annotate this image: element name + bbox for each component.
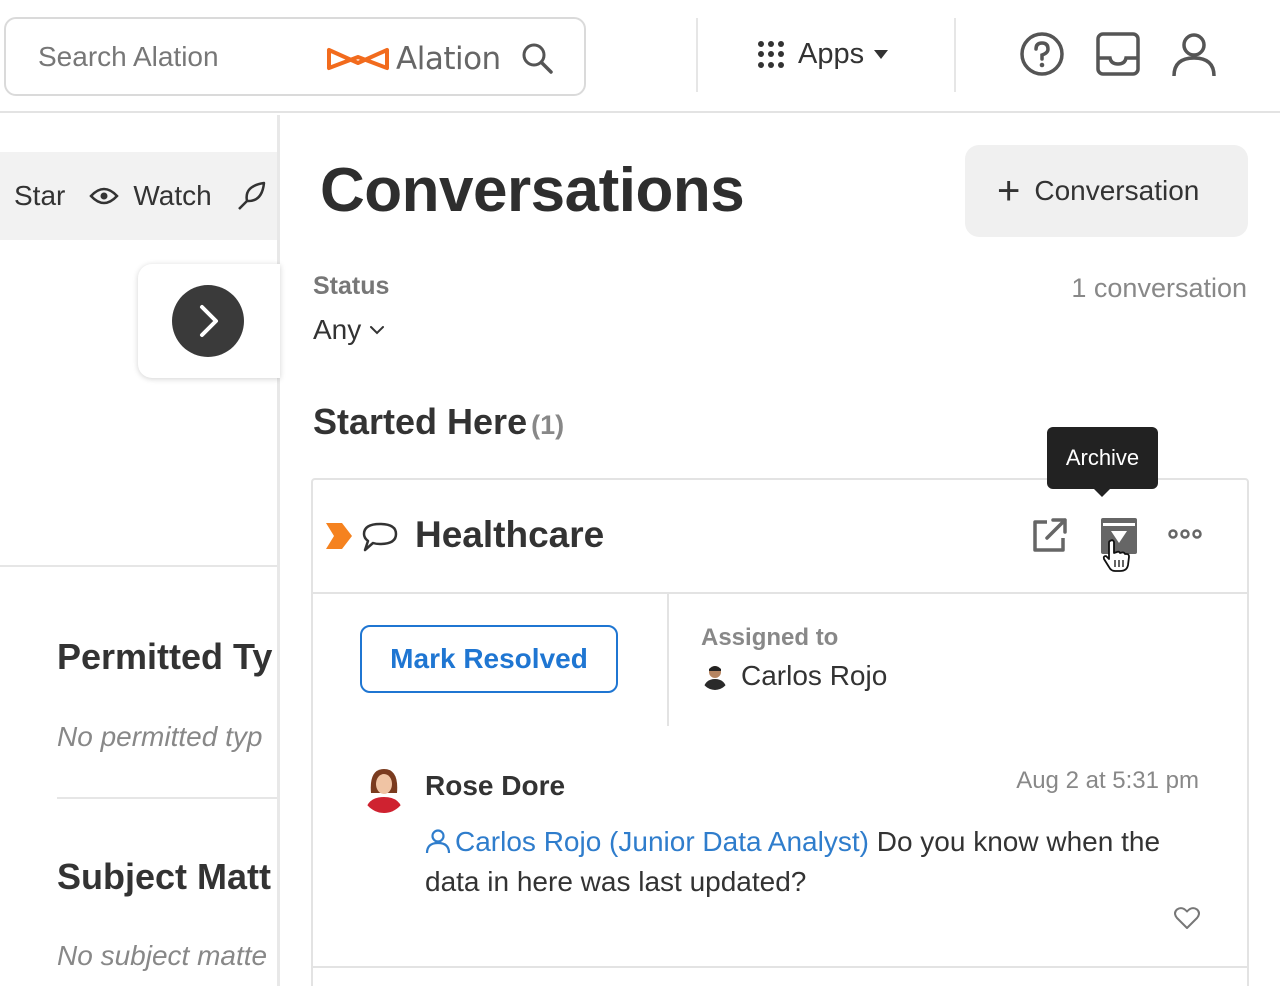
conversation-count: 1 conversation bbox=[1071, 273, 1247, 303]
new-conversation-label: Conversation bbox=[1034, 175, 1200, 206]
speech-bubble-icon bbox=[362, 522, 398, 552]
conversation-card: Healthcare Mark Resolved Assigned to Car… bbox=[311, 478, 1249, 986]
assignee-avatar bbox=[701, 662, 729, 690]
status-filter-value: Any bbox=[313, 314, 362, 345]
left-page-area: Star Watch Permitted Ty No permitted typ… bbox=[0, 115, 279, 986]
chevron-right-icon bbox=[200, 305, 218, 337]
quill-icon bbox=[237, 181, 265, 210]
permitted-types-heading: Permitted Ty bbox=[57, 636, 273, 677]
watch-action[interactable]: Watch bbox=[89, 180, 212, 212]
person-avatar-icon bbox=[701, 662, 729, 690]
apps-label: Apps bbox=[798, 38, 865, 70]
header-divider bbox=[954, 18, 956, 92]
watch-label: Watch bbox=[133, 180, 212, 211]
search-icon[interactable] bbox=[520, 41, 554, 75]
section-title-text: Started Here bbox=[313, 401, 528, 442]
hand-cursor-icon bbox=[1102, 539, 1130, 572]
subject-matter-heading: Subject Matt bbox=[57, 856, 272, 897]
conversation-title[interactable]: Healthcare bbox=[415, 514, 604, 556]
assigned-label: Assigned to bbox=[701, 624, 839, 651]
assignee[interactable]: Carlos Rojo bbox=[701, 660, 887, 692]
user-icon[interactable] bbox=[1170, 30, 1218, 78]
user-mention[interactable]: Carlos Rojo (Junior Data Analyst) bbox=[425, 826, 869, 857]
header-divider bbox=[696, 18, 698, 92]
archive-tooltip: Archive bbox=[1047, 427, 1158, 489]
action-bar: Star Watch bbox=[0, 152, 279, 240]
person-avatar-icon bbox=[361, 763, 407, 813]
external-link-icon[interactable] bbox=[1029, 516, 1069, 556]
star-label: Star bbox=[14, 180, 66, 211]
eye-icon bbox=[89, 187, 120, 205]
mark-resolved-button[interactable]: Mark Resolved bbox=[360, 625, 618, 693]
assignee-name: Carlos Rojo bbox=[741, 660, 888, 691]
collapse-panel-tab bbox=[138, 264, 280, 378]
card-divider bbox=[667, 594, 669, 726]
caret-down-icon bbox=[874, 50, 889, 59]
message-timestamp: Aug 2 at 5:31 pm bbox=[1016, 767, 1199, 794]
chevron-down-icon bbox=[370, 326, 385, 335]
help-icon[interactable] bbox=[1018, 30, 1066, 78]
section-title: Started Here (1) bbox=[313, 401, 564, 443]
logo-text: Alation bbox=[396, 41, 501, 77]
heart-icon[interactable] bbox=[1174, 906, 1200, 930]
divider bbox=[313, 966, 1247, 968]
apps-menu[interactable]: Apps bbox=[758, 38, 889, 71]
tooltip-arrow bbox=[1093, 488, 1111, 497]
top-bar: Alation Apps bbox=[0, 0, 1280, 113]
conversation-card-header: Healthcare bbox=[313, 480, 1247, 594]
flag-icon bbox=[326, 523, 352, 549]
panel-title: Conversations bbox=[320, 156, 745, 225]
status-filter[interactable]: Any bbox=[313, 314, 385, 346]
mention-text: Carlos Rojo (Junior Data Analyst) bbox=[455, 826, 869, 857]
apps-grid-icon bbox=[758, 40, 786, 69]
section-count: (1) bbox=[531, 410, 565, 440]
star-action[interactable]: Star bbox=[14, 180, 65, 212]
alation-logo: Alation bbox=[326, 39, 501, 79]
more-options-icon[interactable] bbox=[1168, 527, 1202, 541]
new-conversation-button[interactable]: + Conversation bbox=[965, 145, 1248, 237]
divider bbox=[57, 797, 279, 799]
user-icon bbox=[425, 829, 451, 854]
search-box[interactable]: Alation bbox=[4, 17, 586, 96]
message-author: Rose Dore bbox=[425, 770, 566, 801]
subject-matter-empty: No subject matte bbox=[57, 940, 268, 971]
collapse-panel-button[interactable] bbox=[172, 285, 244, 357]
plus-icon: + bbox=[997, 169, 1021, 213]
message-body: Carlos Rojo (Junior Data Analyst) Do you… bbox=[425, 822, 1215, 902]
inbox-icon[interactable] bbox=[1094, 30, 1142, 78]
panel-border bbox=[277, 115, 280, 986]
divider bbox=[0, 565, 279, 567]
search-input[interactable] bbox=[38, 37, 298, 77]
permitted-types-empty: No permitted typ bbox=[57, 721, 263, 752]
edit-action[interactable] bbox=[236, 180, 268, 212]
message-author-avatar bbox=[361, 763, 407, 813]
status-label: Status bbox=[313, 272, 390, 300]
alation-logo-icon bbox=[327, 48, 389, 70]
